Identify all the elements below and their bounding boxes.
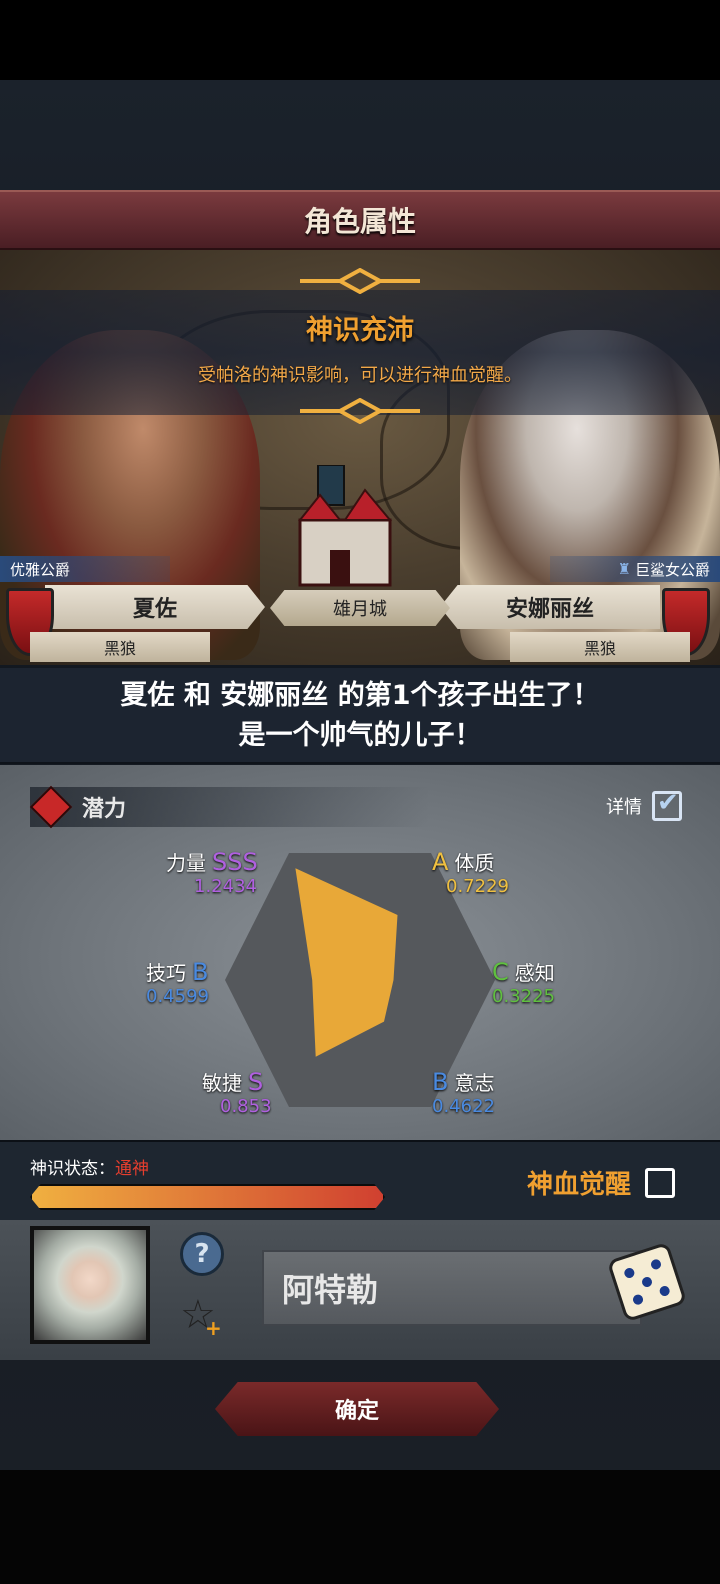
notification-banner: 神识充沛 受帕洛的神识影响，可以进行神血觉醒。 — [0, 268, 720, 424]
attr-agility: 敏捷 S 0.853 — [202, 1067, 272, 1117]
blood-awaken-toggle[interactable]: 神血觉醒 — [527, 1164, 675, 1201]
detail-label: 详情 — [606, 797, 642, 818]
birth-message: 夏佐 和 安娜丽丝 的第1个孩子出生了！ 是一个帅气的儿子！ — [0, 668, 720, 764]
attr-value: 1.2434 — [194, 876, 257, 897]
attr-constitution: A 体质 0.7229 — [432, 847, 509, 897]
potential-panel: 潜力 详情 力量SSS 1.2434 A体质 0.7229 C感知 0.3225… — [0, 765, 720, 1150]
attr-will: B 意志 0.4622 — [432, 1067, 495, 1117]
mother-nameplate: 安娜丽丝 — [440, 585, 660, 629]
mother-house-label: 黑狼 — [583, 639, 616, 658]
mother-title: ♜ 巨鲨女公爵 — [550, 556, 720, 582]
divine-status: 神识状态：通神 — [30, 1154, 149, 1179]
baby-avatar — [30, 1226, 150, 1344]
attr-name: 意志 — [454, 1071, 495, 1095]
attr-name: 体质 — [454, 851, 495, 875]
detail-checkbox[interactable] — [652, 788, 682, 821]
bottom-bar — [0, 1470, 720, 1584]
attr-skill: 技巧 B 0.4599 — [146, 957, 214, 1007]
attr-name: 技巧 — [146, 961, 186, 985]
ornament-icon — [300, 398, 420, 424]
child-name: 阿特勒 — [282, 1271, 379, 1309]
father-nameplate: 夏佐 — [45, 585, 265, 629]
ornament-icon — [300, 268, 420, 294]
detail-toggle[interactable]: 详情 — [606, 788, 682, 821]
blood-awaken-checkbox[interactable] — [645, 1167, 675, 1198]
attr-name: 力量 — [166, 851, 206, 875]
father-house-label: 黑狼 — [103, 639, 136, 658]
father-house: 黑狼 — [30, 632, 210, 662]
potential-label: 潜力 — [82, 797, 127, 822]
attr-value: 0.4622 — [432, 1096, 495, 1117]
birth-message-line1: 夏佐 和 安娜丽丝 的第1个孩子出生了！ — [120, 680, 600, 711]
crown-icon: ♜ — [617, 560, 631, 578]
divine-status-value: 通神 — [115, 1159, 149, 1179]
attr-grade: B — [432, 1068, 449, 1096]
header: 角色属性 — [0, 190, 720, 250]
potential-icon — [29, 785, 73, 829]
potential-header: 潜力 — [29, 785, 430, 829]
attr-name: 感知 — [514, 961, 555, 985]
child-name-field[interactable]: 阿特勒 — [262, 1250, 642, 1326]
attr-value: 0.7229 — [446, 876, 509, 897]
page-title: 角色属性 — [303, 205, 416, 238]
attr-perception: C 感知 0.3225 — [492, 957, 555, 1007]
plus-icon: + — [205, 1316, 222, 1340]
mother-name: 安娜丽丝 — [505, 597, 594, 622]
father-name: 夏佐 — [132, 597, 177, 622]
castle-icon — [297, 465, 393, 587]
divine-status-label: 神识状态： — [30, 1159, 115, 1179]
city-name: 雄月城 — [333, 599, 387, 620]
attr-strength: 力量 SSS 1.2434 — [166, 847, 264, 897]
attr-grade: SSS — [212, 848, 258, 876]
child-row: ? ☆ + 阿特勒 — [0, 1220, 720, 1360]
father-title: 优雅公爵 — [0, 556, 170, 582]
help-icon[interactable]: ? — [180, 1232, 224, 1276]
top-bar — [0, 0, 720, 80]
attr-grade: B — [192, 958, 209, 986]
father-title-label: 优雅公爵 — [10, 560, 71, 579]
confirm-button[interactable]: 确定 — [215, 1382, 499, 1436]
mother-house: 黑狼 — [510, 632, 690, 662]
notification-description: 受帕洛的神识影响，可以进行神血觉醒。 — [198, 365, 522, 386]
notification-title: 神识充沛 — [306, 315, 414, 346]
divine-status-bar: 神识状态：通神 神血觉醒 — [0, 1140, 720, 1220]
divine-progress-fill — [32, 1186, 383, 1208]
city-plate: 雄月城 — [270, 590, 450, 626]
birth-message-line2: 是一个帅气的儿子！ — [238, 720, 482, 751]
attr-grade: C — [492, 958, 509, 986]
attr-grade: A — [432, 848, 449, 876]
attr-name: 敏捷 — [202, 1071, 242, 1095]
attr-grade: S — [248, 1068, 264, 1096]
attr-value: 0.853 — [220, 1096, 272, 1117]
divine-progress-bar — [30, 1184, 385, 1210]
mother-title-label: 巨鲨女公爵 — [634, 560, 710, 579]
attr-value: 0.3225 — [492, 986, 555, 1007]
blood-awaken-label: 神血觉醒 — [526, 1170, 631, 1200]
attr-value: 0.4599 — [146, 986, 209, 1007]
confirm-label: 确定 — [334, 1399, 379, 1424]
